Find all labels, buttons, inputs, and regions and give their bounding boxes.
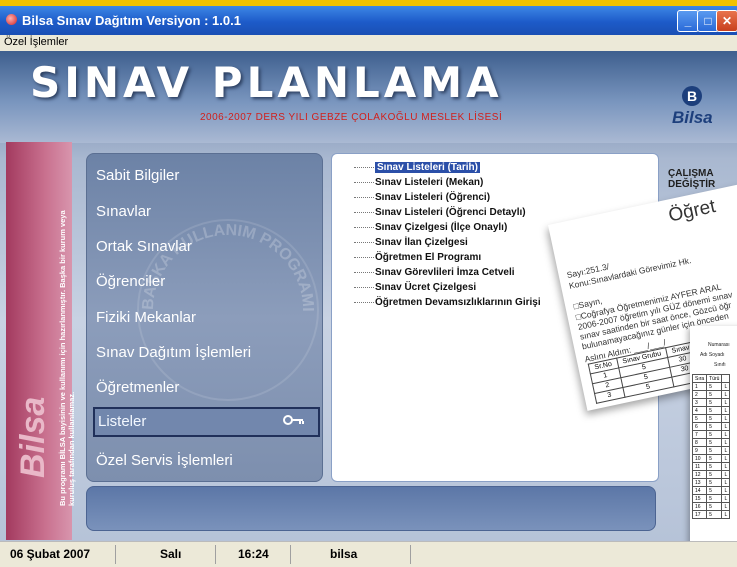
tree-line xyxy=(354,212,374,213)
status-date: 06 Şubat 2007 xyxy=(10,547,91,561)
list-item[interactable]: Sınav Listeleri (Tarih) xyxy=(375,162,480,173)
status-separator xyxy=(115,545,116,564)
nav-item-ogretmenler[interactable]: Öğretmenler xyxy=(96,379,179,396)
status-separator xyxy=(290,545,291,564)
app-icon xyxy=(6,14,17,25)
tree-line xyxy=(354,287,374,288)
nav-item-ogrenciler[interactable]: Öğrenciler xyxy=(96,273,165,290)
status-time: 16:24 xyxy=(238,547,269,561)
status-separator xyxy=(410,545,411,564)
tree-line xyxy=(354,242,374,243)
list-item[interactable]: Sınav Listeleri (Mekan) xyxy=(375,177,483,188)
status-user: bilsa xyxy=(330,547,358,561)
license-note: Bu programı BİLSA bayisinin ve kullanımı… xyxy=(58,210,76,506)
status-bar: 06 Şubat 2007 Salı 16:24 bilsa xyxy=(0,541,737,567)
list-item[interactable]: Sınav Ücret Çizelgesi xyxy=(375,282,476,293)
bottom-panel xyxy=(86,486,656,531)
list-item[interactable]: Sınav Listeleri (Öğrenci Detaylı) xyxy=(375,207,526,218)
list-item[interactable]: Öğretmen El Programı xyxy=(375,252,481,263)
form-head: Numarası xyxy=(708,342,730,348)
form-head: Sınıfı xyxy=(714,362,726,368)
status-separator xyxy=(215,545,216,564)
menu-bar: Özel İşlemler xyxy=(0,35,737,51)
tree-line xyxy=(354,197,374,198)
bilsa-logo: B Bilsa xyxy=(660,84,720,139)
form-head: Adı Soyadı xyxy=(700,352,725,358)
tree-line xyxy=(354,227,374,228)
bilsa-logo-mark: B xyxy=(682,86,702,106)
tree-line xyxy=(354,257,374,258)
svg-text:BAŞKA KULLANIM PROGRAMI: BAŞKA KULLANIM PROGRAMI xyxy=(140,222,316,312)
calisma-degistir-label[interactable]: ÇALIŞMA DEĞİŞTİR xyxy=(668,168,715,190)
list-item[interactable]: Sınav Çizelgesi (İlçe Onaylı) xyxy=(375,222,507,233)
calisma-line1: ÇALIŞMA xyxy=(668,168,714,179)
nav-item-sinavlar[interactable]: Sınavlar xyxy=(96,203,151,220)
list-item-label: Sınav Listeleri (Tarih) xyxy=(375,162,480,173)
letter-heading: Öğret xyxy=(666,196,718,227)
nav-item-sinav-dagitim[interactable]: Sınav Dağıtım İşlemleri xyxy=(96,344,251,361)
tree-line xyxy=(354,272,374,273)
form-table: Sıra Türü 15L 25L 35L 45L 55L 65L 75L 85L… xyxy=(691,374,731,519)
bilsa-logo-text: Bilsa xyxy=(672,108,713,127)
close-button[interactable]: ✕ xyxy=(716,10,737,32)
nav-item-sabit-bilgiler[interactable]: Sabit Bilgiler xyxy=(96,167,179,184)
nav-item-fiziki-mekanlar[interactable]: Fiziki Mekanlar xyxy=(96,309,196,326)
school-subtitle: 2006-2007 DERS YILI GEBZE ÇOLAKOĞLU MESL… xyxy=(200,112,503,123)
key-icon xyxy=(282,410,306,430)
page-title: SINAV PLANLAMA xyxy=(30,58,503,107)
watermark-text: BAŞKA KULLANIM PROGRAMI xyxy=(140,222,316,312)
list-item[interactable]: Sınav Listeleri (Öğrenci) xyxy=(375,192,490,203)
form-document-overlay: Numarası Adı Soyadı Sınıfı Sıra Türü 15L … xyxy=(690,326,737,566)
menu-ozel-islemler[interactable]: Özel İşlemler xyxy=(4,36,68,48)
status-day: Salı xyxy=(160,547,182,561)
list-item[interactable]: Sınav Görevlileri İmza Cetveli xyxy=(375,267,515,278)
calisma-line2: DEĞİŞTİR xyxy=(668,179,716,190)
list-item[interactable]: Öğretmen Devamsızlıklarının Girişi xyxy=(375,297,541,308)
title-bar: Bilsa Sınav Dağıtım Versiyon : 1.0.1 _ □… xyxy=(0,6,737,35)
window-title: Bilsa Sınav Dağıtım Versiyon : 1.0.1 xyxy=(22,13,241,28)
nav-item-ozel-servis[interactable]: Özel Servis İşlemleri xyxy=(96,452,233,469)
side-brand-text: Bilsa xyxy=(14,396,52,478)
tree-line xyxy=(354,302,374,303)
tree-line xyxy=(354,182,374,183)
tree-line xyxy=(354,167,374,168)
list-item[interactable]: Sınav İlan Çizelgesi xyxy=(375,237,468,248)
minimize-button[interactable]: _ xyxy=(677,10,699,32)
nav-item-ortak-sinavlar[interactable]: Ortak Sınavlar xyxy=(96,238,192,255)
nav-item-listeler-label: Listeler xyxy=(98,413,147,430)
